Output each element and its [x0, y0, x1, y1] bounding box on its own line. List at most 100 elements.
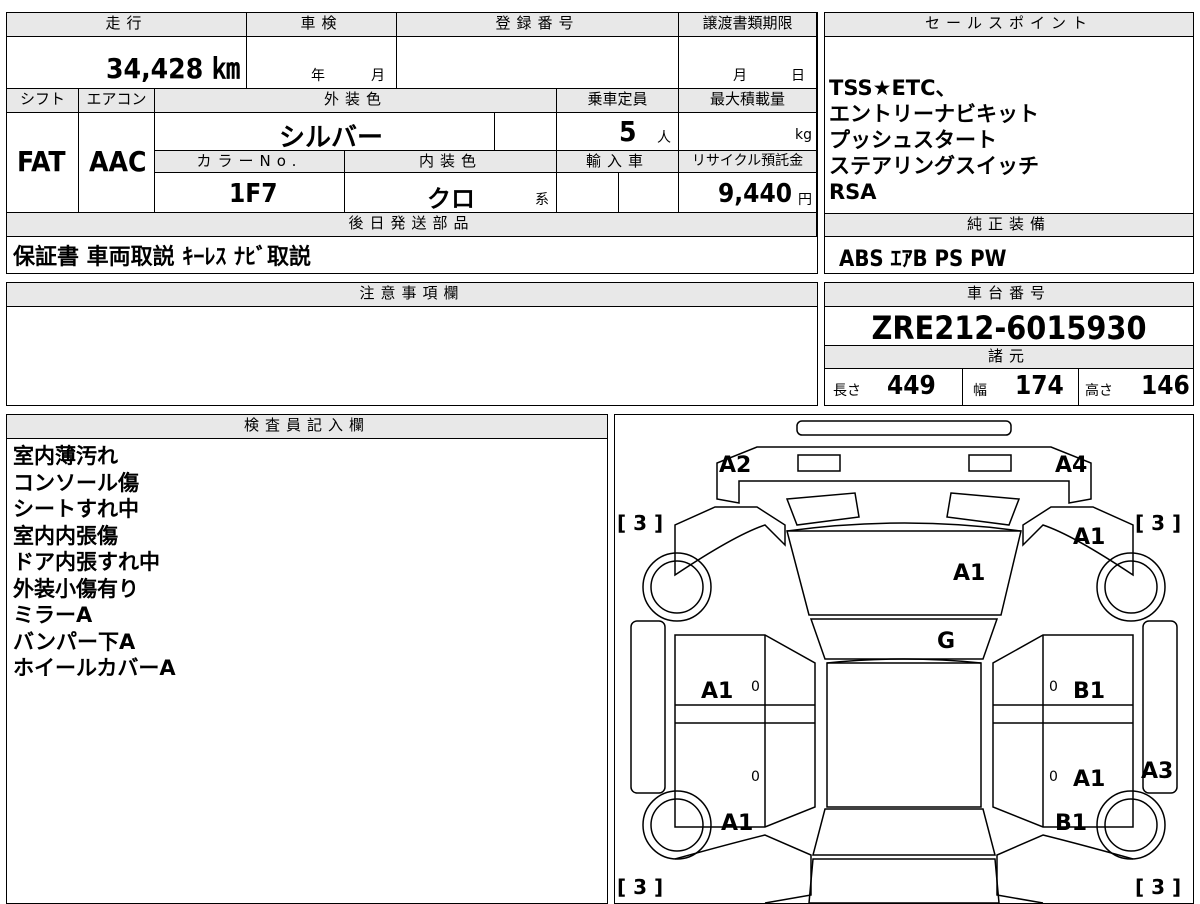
interior-color-suffix: 系: [535, 192, 549, 208]
inspector-line: 室内薄汚れ: [13, 444, 118, 468]
inspector-block: 検査員記入欄 室内薄汚れ コンソール傷 シートすれ中 室内内張傷 ドア内張すれ中…: [6, 414, 608, 904]
ac-cell: AAC: [79, 113, 155, 213]
length-cell: 長さ 449: [825, 369, 963, 405]
max-load-header: 最大積載量: [679, 89, 817, 113]
diagram-door-fr: B1: [1073, 679, 1106, 704]
exterior-color-extra: [495, 113, 557, 151]
ac-value: AAC: [89, 145, 147, 178]
shaken-year: 年: [311, 68, 325, 84]
sales-point-line: TSS★ETC、: [829, 76, 957, 100]
shaken-cell: 年 月: [247, 37, 397, 89]
genuine-value: ABS ｴｱB PS PW: [839, 247, 1007, 272]
interior-color-value: クロ: [427, 185, 475, 213]
ac-header: エアコン: [79, 89, 155, 113]
sales-point-line: プッシュスタート: [829, 128, 997, 152]
capacity-header: 乗車定員: [557, 89, 679, 113]
vehicle-info-block: 走行 車検 登録番号 譲渡書類期限 34,428 ㎞ 年 月 月 日 シフト エ…: [6, 12, 818, 274]
chassis-block: 車台番号 ZRE212-6015930 諸元 長さ 449 幅 174 高さ 1…: [824, 282, 1194, 406]
doc-deadline-header: 譲渡書類期限: [679, 13, 817, 37]
diagram-zero-3: 0: [751, 769, 760, 785]
import-cell-2: [619, 173, 679, 213]
inspector-list: 室内薄汚れ コンソール傷 シートすれ中 室内内張傷 ドア内張すれ中 外装小傷有り…: [13, 443, 176, 682]
diagram-zero-2: 0: [1049, 679, 1058, 695]
height-value: 146: [1141, 371, 1190, 401]
diagram-door-rr: A1: [1073, 767, 1106, 792]
genuine-header: 純正装備: [825, 213, 1193, 237]
diagram-fender-rr: B1: [1055, 811, 1088, 836]
shift-header: シフト: [7, 89, 79, 113]
chassis-value: ZRE212-6015930: [871, 309, 1147, 347]
inspector-line: シートすれ中: [13, 497, 139, 521]
shaken-month: 月: [371, 68, 385, 84]
max-load-cell: kg: [679, 113, 817, 151]
doc-deadline-cell: 月 日: [679, 37, 817, 89]
inspector-line: ミラーA: [13, 603, 93, 627]
notes-header: 注意事項欄: [7, 283, 817, 307]
exterior-color-cell: シルバー: [155, 113, 495, 153]
diagram-windshield: G: [937, 629, 956, 654]
later-parts-value: 保証書 車両取説 ｷｰﾚｽ ﾅﾋﾞ取説: [13, 245, 311, 270]
inspector-line: ホイールカバーA: [13, 656, 176, 680]
length-label: 長さ: [833, 383, 861, 399]
mileage-header: 走行: [7, 13, 247, 37]
height-label: 高さ: [1085, 383, 1113, 399]
exterior-color-header: 外装色: [155, 89, 557, 113]
diagram-a2: A2: [719, 453, 752, 478]
recycle-header: リサイクル預託金: [679, 151, 817, 173]
capacity-unit: 人: [657, 130, 671, 146]
color-no-cell: 1F7: [155, 173, 345, 213]
diagram-fender-r: A1: [1073, 525, 1106, 550]
interior-color-header: 内装色: [345, 151, 557, 173]
inspector-line: 外装小傷有り: [13, 576, 139, 601]
car-diagram-block: A2 A4 [ 3 ] [ 3 ] A1 A1 G A1 0 0 B1 0 0 …: [614, 414, 1194, 904]
sales-point-line: RSA: [829, 180, 877, 204]
import-cell-1: [557, 173, 619, 213]
inspector-line: ドア内張すれ中: [13, 550, 160, 574]
diagram-door-fl: A1: [701, 679, 734, 704]
interior-color-cell: クロ 系: [345, 173, 557, 213]
length-value: 449: [887, 371, 936, 401]
height-cell: 高さ 146: [1079, 369, 1193, 405]
inspector-header: 検査員記入欄: [7, 415, 607, 439]
shaken-header: 車検: [247, 13, 397, 37]
doc-day: 日: [791, 68, 805, 84]
recycle-cell: 9,440 円: [679, 173, 817, 213]
recycle-value: 9,440: [718, 179, 792, 209]
diagram-fender-rl: A1: [721, 811, 754, 836]
width-label: 幅: [973, 383, 987, 399]
width-value: 174: [1015, 371, 1064, 401]
later-parts-header: 後日発送部品: [7, 213, 817, 237]
diagram-hood: A1: [953, 561, 986, 586]
mileage-value: 34,428 ㎞: [106, 52, 240, 85]
sales-points-block: セールスポイント TSS★ETC、 エントリーナビキット プッシュスタート ステ…: [824, 12, 1194, 274]
sales-point-line: ステアリングスイッチ: [829, 154, 1039, 178]
diagram-zero-4: 0: [1049, 769, 1058, 785]
exterior-color-value: シルバー: [279, 123, 384, 153]
import-header: 輸入車: [557, 151, 679, 173]
width-cell: 幅 174: [963, 369, 1079, 405]
color-no-value: 1F7: [229, 179, 278, 209]
chassis-header: 車台番号: [825, 283, 1193, 307]
recycle-unit: 円: [798, 192, 812, 208]
reg-number-header: 登録番号: [397, 13, 679, 37]
diagram-zero-1: 0: [751, 679, 760, 695]
max-load-unit: kg: [795, 127, 812, 143]
doc-month: 月: [733, 68, 747, 84]
diagram-tread-rl: [ 3 ]: [617, 875, 664, 899]
notes-block: 注意事項欄: [6, 282, 818, 406]
inspector-line: コンソール傷: [13, 470, 139, 495]
mileage-cell: 34,428 ㎞: [7, 37, 247, 89]
sales-point-line: エントリーナビキット: [829, 102, 1039, 126]
inspector-line: バンパー下A: [13, 629, 136, 654]
diagram-tread-fr: [ 3 ]: [1135, 511, 1182, 535]
reg-number-cell: [397, 37, 679, 89]
diagram-tread-rr: [ 3 ]: [1135, 875, 1182, 899]
capacity-value: 5: [619, 115, 637, 148]
diagram-side-r: A3: [1141, 759, 1174, 784]
diagram-a4: A4: [1055, 453, 1088, 478]
shift-value: FAT: [17, 145, 66, 178]
inspector-line: 室内内張傷: [13, 523, 118, 548]
color-no-header: カラーNo.: [155, 151, 345, 173]
sales-points-header: セールスポイント: [825, 13, 1193, 37]
diagram-tread-fl: [ 3 ]: [617, 511, 664, 535]
